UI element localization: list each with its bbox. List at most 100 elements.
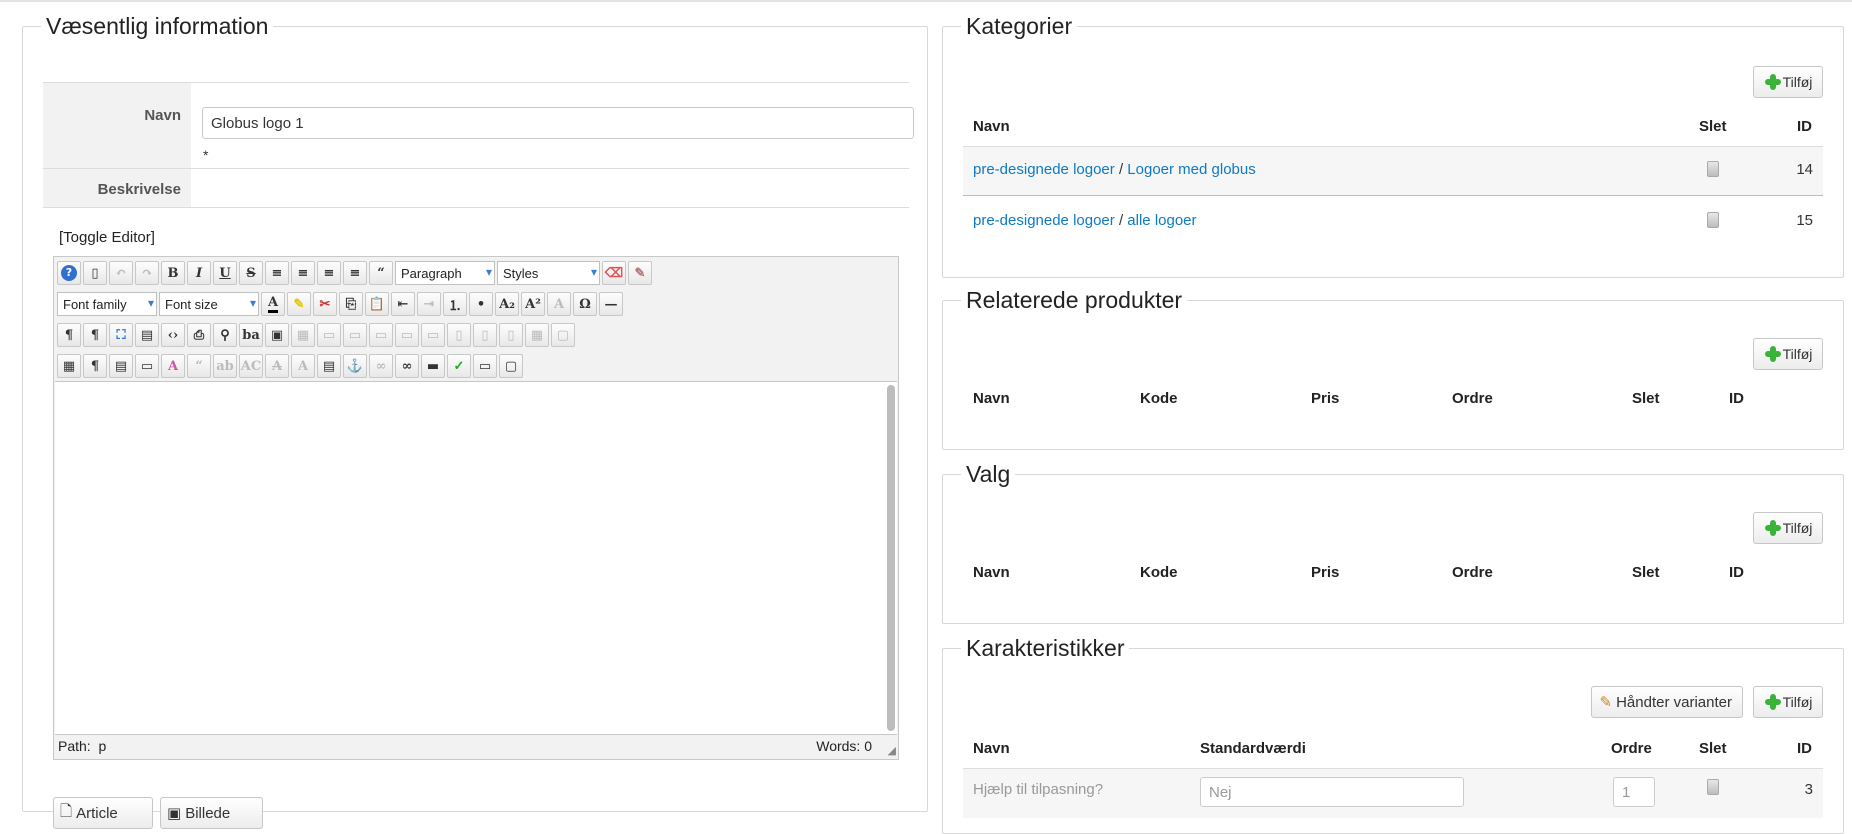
trash-icon[interactable] <box>1707 161 1719 181</box>
editor-content-area[interactable] <box>55 381 897 735</box>
spellcheck-icon[interactable]: ✓ <box>447 354 471 378</box>
add-related-button[interactable]: Tilføj <box>1753 338 1823 370</box>
table-icon[interactable]: ▦ <box>57 354 81 378</box>
styles-icon[interactable]: A <box>161 354 185 378</box>
link-icon[interactable]: ∞ <box>395 354 419 378</box>
cell-props-icon[interactable]: ▭ <box>343 323 367 347</box>
paste-icon[interactable]: 📋 <box>365 292 389 316</box>
add-option-button[interactable]: Tilføj <box>1753 512 1823 544</box>
insert-text-icon[interactable]: A <box>291 354 315 378</box>
align-right-icon[interactable]: ≡ <box>343 261 367 285</box>
order-input[interactable]: 1 <box>1613 777 1655 807</box>
trash-icon[interactable] <box>1707 212 1719 232</box>
template-icon[interactable]: ▤ <box>135 323 159 347</box>
help-icon[interactable]: ? <box>57 261 81 285</box>
anchor-icon[interactable]: ⚓ <box>343 354 367 378</box>
search-icon[interactable]: ⚲ <box>213 323 237 347</box>
special-char-disabled-icon[interactable]: A <box>547 292 571 316</box>
text-color-icon[interactable]: A <box>261 292 285 316</box>
resize-grip-icon[interactable]: ◢ <box>888 744 896 757</box>
description-row: Beskrivelse <box>43 168 909 208</box>
merge-cells-icon[interactable]: ▢ <box>551 323 575 347</box>
attributes-icon[interactable]: ▤ <box>317 354 341 378</box>
table-row: Hjælp til tilpasning? Nej 1 3 <box>963 768 1823 818</box>
cut-icon[interactable]: ✂ <box>313 292 337 316</box>
delete-col-icon[interactable]: ▯ <box>499 323 523 347</box>
delete-text-icon[interactable]: A <box>265 354 289 378</box>
format-select[interactable]: Paragraph <box>395 261 495 285</box>
category-parent-link[interactable]: pre-designede logoer <box>973 212 1115 229</box>
html-source-icon[interactable]: ‹› <box>161 323 185 347</box>
add-category-button[interactable]: Tilføj <box>1753 66 1823 98</box>
unlink-icon[interactable]: ∞ <box>369 354 393 378</box>
cleanup-icon[interactable]: ✎ <box>628 261 652 285</box>
default-value-select[interactable]: Nej <box>1200 777 1464 807</box>
undo-icon[interactable]: ↶ <box>109 261 133 285</box>
category-link[interactable]: alle logoer <box>1127 212 1196 229</box>
underline-icon[interactable]: U <box>213 261 237 285</box>
category-parent-link[interactable]: pre-designede logoer <box>973 161 1115 178</box>
styles-select[interactable]: Styles <box>497 261 600 285</box>
align-justify-icon[interactable]: ≡ <box>265 261 289 285</box>
redo-icon[interactable]: ↷ <box>135 261 159 285</box>
toggle-editor-link[interactable]: [Toggle Editor] <box>59 229 155 246</box>
fullscreen-icon[interactable]: ⛶ <box>109 323 133 347</box>
omega-icon[interactable]: Ω <box>573 292 597 316</box>
row-after-icon[interactable]: ▭ <box>395 323 419 347</box>
media-icon[interactable]: ▭ <box>135 354 159 378</box>
align-left-icon[interactable]: ≡ <box>317 261 341 285</box>
horizontal-rule-icon[interactable]: — <box>599 292 623 316</box>
strikethrough-icon[interactable]: S <box>239 261 263 285</box>
subscript-icon[interactable]: A₂ <box>495 292 519 316</box>
image-button[interactable]: ▣ Billede <box>160 797 263 829</box>
ltr-icon[interactable]: ¶ <box>57 323 81 347</box>
delete-row-icon[interactable]: ▭ <box>421 323 445 347</box>
italic-icon[interactable]: I <box>187 261 211 285</box>
highlight-color-icon[interactable]: ✎ <box>287 292 311 316</box>
editor-scrollbar[interactable] <box>887 385 895 731</box>
print-icon[interactable]: ⎙ <box>187 323 211 347</box>
trash-icon[interactable] <box>1707 779 1719 799</box>
insert-template-icon[interactable]: ▤ <box>109 354 133 378</box>
show-blocks-icon[interactable]: ¶ <box>83 354 107 378</box>
cite-icon[interactable]: “ <box>187 354 211 378</box>
visual-aid-icon[interactable]: ▢ <box>499 354 523 378</box>
row-props-icon[interactable]: ▭ <box>317 323 341 347</box>
abbr-icon[interactable]: ab <box>213 354 237 378</box>
bullet-list-icon[interactable]: • <box>469 292 493 316</box>
delete-table-icon[interactable]: ▦ <box>291 323 315 347</box>
acronym-icon[interactable]: AC <box>239 354 263 378</box>
article-button[interactable]: 🗋 Article <box>53 797 153 829</box>
numbered-list-icon[interactable]: ⒈ <box>443 292 467 316</box>
image-icon[interactable]: ▬ <box>421 354 445 378</box>
row-before-icon[interactable]: ▭ <box>369 323 393 347</box>
characteristic-name: Hjælp til tilpasning? <box>973 781 1104 798</box>
align-center-icon[interactable]: ≡ <box>291 261 315 285</box>
copy-icon[interactable]: ⎘ <box>339 292 363 316</box>
pagebreak-icon[interactable]: ▭ <box>473 354 497 378</box>
font-family-select[interactable]: Font family <box>57 292 157 316</box>
outdent-icon[interactable]: ⇤ <box>391 292 415 316</box>
category-link[interactable]: Logoer med globus <box>1127 161 1255 178</box>
new-document-icon[interactable]: ▯ <box>83 261 107 285</box>
col-before-icon[interactable]: ▯ <box>447 323 471 347</box>
blockquote-icon[interactable]: “ <box>369 261 393 285</box>
replace-icon[interactable]: ba <box>239 323 263 347</box>
bold-icon[interactable]: B <box>161 261 185 285</box>
description-label: Beskrivelse <box>43 169 191 207</box>
table-row: pre-designede logoer / alle logoer 15 <box>963 196 1823 246</box>
eraser-icon[interactable]: ⌫ <box>602 261 626 285</box>
insert-image-icon[interactable]: ▣ <box>265 323 289 347</box>
plus-icon <box>1764 73 1782 91</box>
characteristics-section: Karakteristikker ✎ Håndter varianter Tilf… <box>942 634 1844 834</box>
col-header-default-value: Standardværdi <box>1200 740 1306 757</box>
split-cells-icon[interactable]: ▦ <box>525 323 549 347</box>
rtl-icon[interactable]: ¶ <box>83 323 107 347</box>
name-input[interactable] <box>202 107 914 139</box>
font-size-select[interactable]: Font size <box>159 292 259 316</box>
add-characteristic-button[interactable]: Tilføj <box>1753 686 1823 718</box>
indent-icon[interactable]: ⇥ <box>417 292 441 316</box>
manage-variants-button[interactable]: ✎ Håndter varianter <box>1590 686 1743 718</box>
col-after-icon[interactable]: ▯ <box>473 323 497 347</box>
superscript-icon[interactable]: A² <box>521 292 545 316</box>
